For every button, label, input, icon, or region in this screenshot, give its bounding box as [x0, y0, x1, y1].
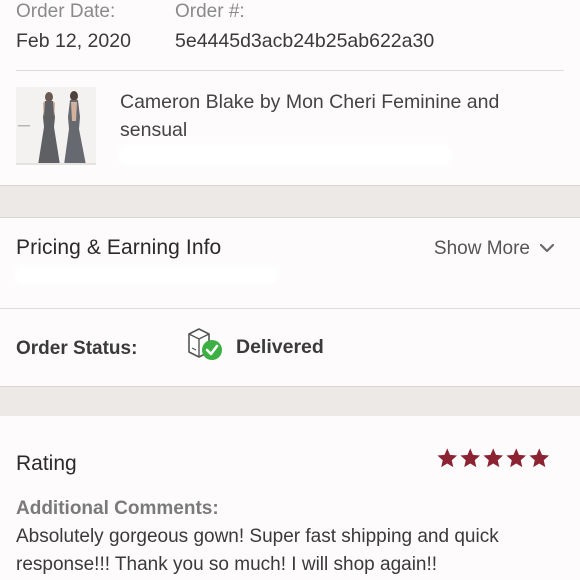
star-icon: [506, 448, 527, 468]
rating-section: Rating Additional Comments: Absolutely g…: [0, 416, 580, 580]
order-number-value: 5e4445d3acb24b25ab622a30: [175, 30, 435, 52]
order-date-label: Order Date:: [16, 1, 116, 22]
redacted-text: [16, 268, 276, 282]
product-row[interactable]: Cameron Blake by Mon Cheri Feminine and …: [0, 71, 580, 185]
order-date-block: Order Date: Feb 12, 2020: [16, 0, 131, 53]
order-detail-page: Order Date: Feb 12, 2020 Order #: 5e4445…: [0, 0, 580, 580]
section-separator: [0, 185, 580, 218]
product-thumbnail[interactable]: [16, 87, 96, 165]
show-more-label: Show More: [433, 238, 530, 259]
product-title[interactable]: Cameron Blake by Mon Cheri Feminine and …: [120, 88, 560, 144]
star-rating: [436, 447, 551, 469]
chevron-down-icon: [538, 239, 556, 257]
star-icon: [460, 448, 481, 468]
comments-label: Additional Comments:: [16, 498, 219, 519]
section-separator: [0, 386, 580, 417]
dress-photo-thumbnail: [16, 87, 96, 165]
show-more-button[interactable]: Show More: [434, 238, 556, 260]
pricing-section: Pricing & Earning Info Show More: [0, 218, 580, 308]
order-header: Order Date: Feb 12, 2020 Order #: 5e4445…: [0, 0, 580, 70]
comments-text: Absolutely gorgeous gown! Super fast shi…: [16, 526, 499, 575]
rating-title: Rating: [16, 452, 77, 475]
order-number-label: Order #:: [175, 1, 245, 22]
redacted-text: [120, 147, 450, 163]
order-number-block: Order #: 5e4445d3acb24b25ab622a30: [175, 0, 434, 53]
order-status-label: Order Status:: [16, 338, 138, 359]
star-icon: [437, 448, 458, 468]
star-icon: [529, 448, 550, 468]
order-status-row: Order Status: Delivered: [0, 309, 580, 386]
order-date-value: Feb 12, 2020: [16, 30, 131, 52]
package-delivered-icon: [186, 328, 224, 362]
order-status-value: Delivered: [236, 336, 324, 358]
star-icon: [483, 448, 504, 468]
pricing-title: Pricing & Earning Info: [16, 236, 222, 259]
